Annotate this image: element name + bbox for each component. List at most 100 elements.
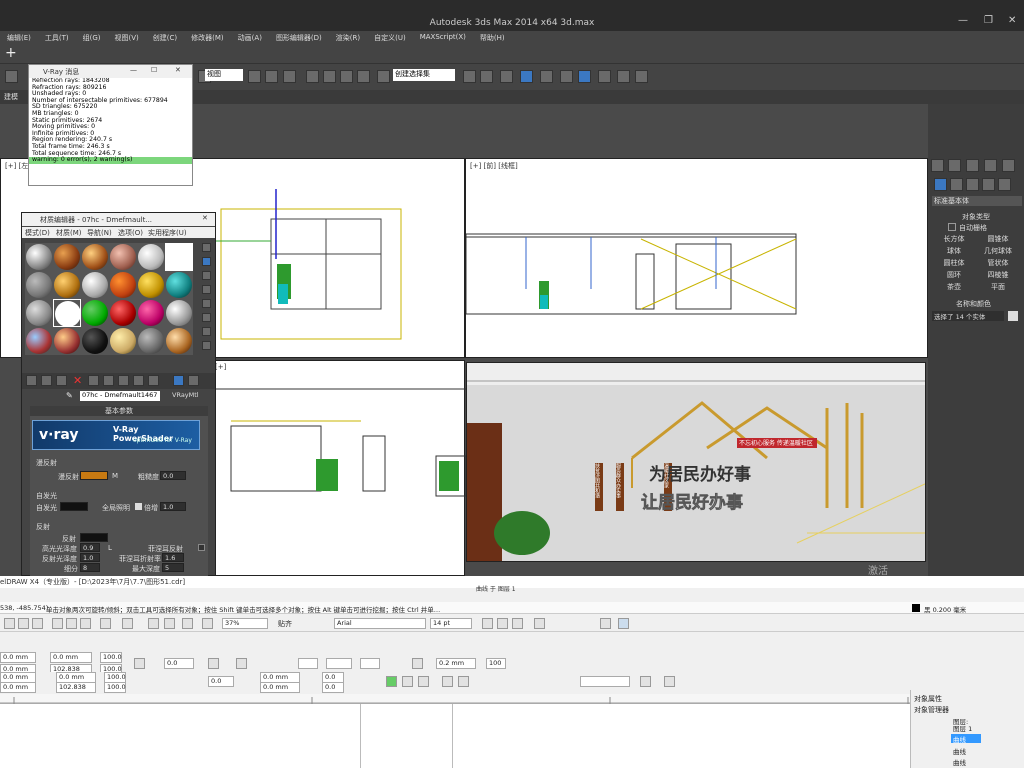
roughness-spinner[interactable]: 0.0 [160, 471, 186, 480]
menu-graph-editors[interactable]: 图形编辑器(D) [269, 31, 329, 44]
undo-icon[interactable] [100, 618, 111, 629]
ribbon-modeling-tab[interactable]: 建模 [4, 92, 18, 102]
font-family-dropdown[interactable]: Arial [334, 618, 426, 629]
rotation2-field[interactable]: 0.0 [208, 676, 234, 687]
copy-icon[interactable] [66, 618, 77, 629]
show-shaded-icon[interactable] [133, 375, 144, 386]
lights-icon[interactable] [966, 178, 979, 191]
paste-icon[interactable] [80, 618, 91, 629]
lock-hilight-button[interactable]: L [108, 544, 112, 552]
x-position-field[interactable]: 0.0 mm [0, 652, 36, 663]
color-icon[interactable] [664, 676, 675, 687]
lock-ratio-icon[interactable] [134, 658, 145, 669]
end-arrow-dropdown[interactable] [360, 658, 380, 669]
redo-icon[interactable] [122, 618, 133, 629]
add-icon[interactable]: + [5, 45, 17, 61]
material-type-button[interactable]: VRayMtl [172, 391, 199, 399]
align-icon[interactable] [463, 70, 476, 83]
menu-edit[interactable]: 编辑(E) [0, 31, 38, 44]
go-parent-icon[interactable] [173, 375, 184, 386]
object-name-field[interactable]: 选择了 14 个实体 [932, 311, 1004, 321]
menu-animation[interactable]: 动画(A) [231, 31, 269, 44]
cameras-icon[interactable] [982, 178, 995, 191]
object-style-dropdown[interactable] [580, 676, 630, 687]
text-align-icon[interactable] [534, 618, 545, 629]
get-material-icon[interactable] [26, 375, 37, 386]
diffuse-map-button[interactable]: M [112, 472, 118, 480]
material-slot[interactable] [25, 299, 53, 327]
scale-x-field[interactable]: 100.0 [100, 652, 122, 663]
material-slot[interactable] [25, 243, 53, 271]
material-id-icon[interactable] [118, 375, 129, 386]
reflect-color-swatch[interactable] [80, 533, 108, 542]
material-slot[interactable] [137, 327, 165, 355]
assign-material-icon[interactable] [56, 375, 67, 386]
viewport-front[interactable]: [+] [前] [线框] [465, 158, 928, 358]
material-slot[interactable] [53, 243, 81, 271]
material-slot[interactable] [109, 327, 137, 355]
minimize-icon[interactable]: — [958, 15, 968, 26]
put-to-scene-icon[interactable] [41, 375, 52, 386]
hand-icon[interactable] [640, 676, 651, 687]
material-name-field[interactable]: 07hc - Dmefmault1467 [80, 391, 160, 401]
make-preview-icon[interactable] [202, 313, 211, 322]
go-sibling-icon[interactable] [188, 375, 199, 386]
font-size-dropdown[interactable]: 14 pt [430, 618, 472, 629]
material-slot[interactable] [25, 327, 53, 355]
app-launcher-icon[interactable] [182, 618, 193, 629]
material-slot[interactable] [165, 299, 193, 327]
viewport-perspective-wire[interactable]: [+] [210, 360, 467, 576]
cdr-doc-tab[interactable]: 曲线 于 图层 1 [476, 584, 516, 593]
columns-icon[interactable] [618, 618, 629, 629]
mirror-h-icon[interactable] [208, 658, 219, 669]
mat-menu-options[interactable]: 选项(O) [118, 228, 143, 238]
width-field[interactable]: 0.0 mm [50, 652, 92, 663]
new-icon[interactable] [4, 618, 15, 629]
show-end-result-icon[interactable] [148, 375, 159, 386]
menu-customize[interactable]: 自定义(U) [367, 31, 413, 44]
object-color-swatch[interactable] [1008, 311, 1018, 321]
material-slot[interactable] [25, 271, 53, 299]
open-icon[interactable] [18, 618, 29, 629]
height2-field[interactable]: 102.838 mm [56, 682, 96, 700]
material-slot[interactable] [109, 299, 137, 327]
material-slot[interactable] [81, 271, 109, 299]
mat-menu-material[interactable]: 材质(M) [56, 228, 82, 238]
percent-snap-icon[interactable] [323, 70, 336, 83]
trim-icon[interactable] [458, 676, 469, 687]
named-selection-dropdown[interactable]: 创建选择集 [393, 69, 455, 81]
reset-map-icon[interactable]: ✕ [73, 374, 82, 387]
break-apart-icon[interactable] [418, 676, 429, 687]
render-setup-icon[interactable] [578, 70, 591, 83]
modify-tab-icon[interactable] [948, 159, 961, 172]
layer-icon[interactable] [480, 70, 493, 83]
combine-icon[interactable] [402, 676, 413, 687]
vray-log-minimize-icon[interactable]: — [130, 66, 137, 74]
rendered-frame-icon[interactable] [598, 70, 611, 83]
mat-menu-mode[interactable]: 模式(D) [25, 228, 50, 238]
underline-icon[interactable] [512, 618, 523, 629]
fresnel-ior-spinner[interactable]: 1.6 [162, 553, 184, 562]
sphere-button[interactable]: 球体 [932, 246, 976, 256]
menu-view[interactable]: 视图(V) [108, 31, 146, 44]
geosphere-button[interactable]: 几何球体 [976, 246, 1020, 256]
select-by-material-icon[interactable] [202, 341, 211, 350]
material-slot[interactable] [81, 243, 109, 271]
geometry-icon[interactable] [934, 178, 947, 191]
background-icon[interactable] [202, 271, 211, 280]
tree-item[interactable]: 曲线 [953, 757, 966, 767]
menu-rendering[interactable]: 渲染(R) [329, 31, 367, 44]
menu-help[interactable]: 帮助(H) [473, 31, 512, 44]
viewport-bottom-left-label[interactable]: [+] [215, 363, 226, 371]
put-to-library-icon[interactable] [103, 375, 114, 386]
zoom-level-dropdown[interactable]: 37% [222, 618, 268, 629]
weld-icon[interactable] [442, 676, 453, 687]
multiplier-spinner[interactable]: 1.0 [160, 502, 186, 511]
reference-coord-dropdown[interactable]: 视图 [205, 69, 243, 81]
cut-icon[interactable] [52, 618, 63, 629]
utilities-tab-icon[interactable] [1002, 159, 1015, 172]
torus-button[interactable]: 圆环 [932, 270, 976, 280]
viewport-render[interactable]: 不忘初心服务 传递温暖社区 为居民办好事 让居民好办事 扶贫济困共和谐 服务群众… [466, 362, 926, 562]
gi-checkbox[interactable] [135, 503, 142, 510]
start-arrow-dropdown[interactable] [298, 658, 318, 669]
